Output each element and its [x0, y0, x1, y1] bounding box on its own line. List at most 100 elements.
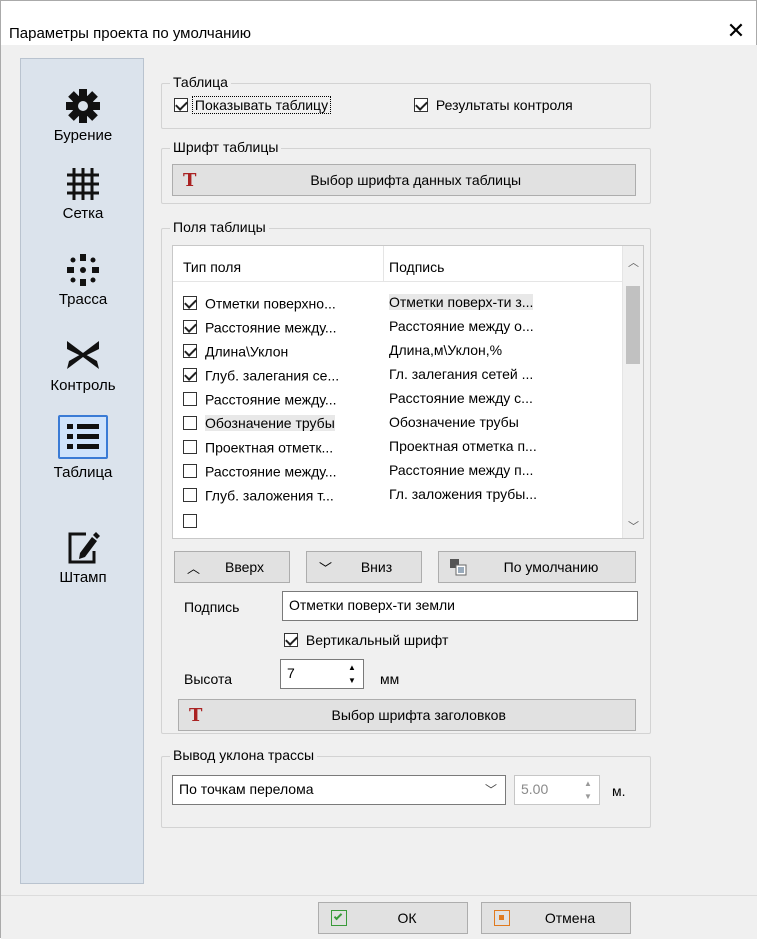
- sidebar-item-table[interactable]: Таблица: [21, 415, 145, 481]
- move-down-label: Вниз: [360, 559, 393, 575]
- table-font-group: Шрифт таблицы T Выбор шрифта данных табл…: [161, 139, 651, 204]
- column-separator: [383, 246, 384, 282]
- row-checkbox[interactable]: [183, 392, 197, 407]
- title-bar: Параметры проекта по умолчанию ✕: [1, 1, 756, 45]
- slope-mode-value: По точкам перелома: [179, 781, 314, 797]
- sidebar-item-stamp[interactable]: Штамп: [21, 529, 145, 586]
- restore-default-icon: [450, 559, 467, 576]
- row-type-cell: Обозначение трубы: [183, 414, 335, 432]
- table-fields-group-legend: Поля таблицы: [170, 219, 269, 235]
- table-row[interactable]: Глуб. залегания се... Гл. залегания сете…: [173, 362, 623, 386]
- reset-default-button[interactable]: По умолчанию: [438, 551, 636, 583]
- row-type-text: Длина\Уклон: [205, 343, 289, 360]
- row-caption-cell: Проектная отметка п...: [389, 438, 537, 454]
- sidebar: Бурение Сетка Трасса Контроль Таблица Шт…: [20, 58, 144, 884]
- row-checkbox[interactable]: [183, 440, 197, 455]
- sidebar-item-label: Трасса: [58, 291, 108, 308]
- sidebar-item-label: Таблица: [53, 464, 113, 481]
- row-type-cell: Расстояние между...: [183, 462, 337, 479]
- sidebar-item-label: Контроль: [50, 377, 116, 394]
- table-row-partial: [173, 508, 623, 532]
- row-checkbox[interactable]: [183, 296, 197, 311]
- ok-label: ОК: [397, 910, 417, 926]
- row-type-text: Глуб. залегания се...: [205, 367, 340, 384]
- row-type-text: Отметки поверхно...: [205, 295, 336, 312]
- results-checkbox[interactable]: Результаты контроля: [414, 96, 573, 113]
- close-icon[interactable]: ✕: [724, 19, 748, 43]
- table-row[interactable]: Длина\Уклон Длина,м\Уклон,%: [173, 338, 623, 362]
- row-checkbox[interactable]: [183, 320, 197, 335]
- route-slope-group-legend: Вывод уклона трассы: [170, 747, 318, 763]
- table-group: Таблица Показывать таблицу Результаты ко…: [161, 74, 651, 129]
- route-slope-group: Вывод уклона трассы По точкам перелома ﹀…: [161, 747, 651, 828]
- row-type-text: Расстояние между...: [205, 319, 337, 336]
- font-icon: T: [183, 169, 197, 191]
- row-checkbox[interactable]: [183, 344, 197, 359]
- row-checkbox[interactable]: [183, 416, 197, 431]
- row-type-cell: [183, 512, 205, 529]
- ok-button[interactable]: ОК: [318, 902, 468, 934]
- column-header-caption[interactable]: Подпись: [389, 259, 444, 275]
- stamp-edit-icon: [68, 532, 100, 564]
- row-checkbox[interactable]: [183, 368, 197, 383]
- column-header-type[interactable]: Тип поля: [183, 259, 241, 275]
- slope-mode-select[interactable]: По точкам перелома ﹀: [172, 775, 506, 805]
- height-input[interactable]: 7 ▲ ▼: [280, 659, 364, 689]
- height-spinner[interactable]: ▲ ▼: [343, 661, 361, 687]
- table-row[interactable]: Расстояние между... Расстояние между о..…: [173, 314, 623, 338]
- sidebar-item-control[interactable]: Контроль: [21, 335, 145, 394]
- table-row[interactable]: Глуб. заложения т... Гл. заложения трубы…: [173, 482, 623, 506]
- fields-list[interactable]: Тип поля Подпись Отметки поверхно... Отм…: [172, 245, 644, 539]
- cancel-label: Отмена: [544, 910, 596, 926]
- table-row[interactable]: Отметки поверхно... Отметки поверх-ти з.…: [173, 290, 623, 314]
- table-row[interactable]: Расстояние между... Расстояние между с..…: [173, 386, 623, 410]
- caption-input[interactable]: Отметки поверх-ти земли: [282, 591, 638, 621]
- move-down-button[interactable]: ﹀ Вниз: [306, 551, 422, 583]
- slope-value-input[interactable]: 5.00 ▲ ▼: [514, 775, 600, 805]
- select-header-font-button[interactable]: T Выбор шрифта заголовков: [178, 699, 636, 731]
- row-checkbox[interactable]: [183, 488, 197, 503]
- grid-icon: [67, 168, 99, 200]
- select-table-font-button[interactable]: T Выбор шрифта данных таблицы: [172, 164, 636, 196]
- active-indicator: [58, 415, 108, 459]
- route-icon: [67, 254, 99, 286]
- row-type-cell: Глуб. заложения т...: [183, 486, 334, 503]
- sidebar-item-drilling[interactable]: Бурение: [21, 87, 145, 144]
- show-table-checkbox[interactable]: Показывать таблицу: [174, 96, 332, 115]
- table-row[interactable]: Проектная отметк... Проектная отметка п.…: [173, 434, 623, 458]
- row-caption-cell: Гл. заложения трубы...: [389, 486, 538, 502]
- row-type-cell: Глуб. залегания се...: [183, 366, 339, 383]
- vertical-font-label: Вертикальный шрифт: [305, 632, 449, 649]
- checkbox-box: [174, 98, 188, 113]
- row-type-text: Расстояние между...: [205, 391, 337, 408]
- row-checkbox[interactable]: [183, 514, 197, 529]
- scroll-thumb[interactable]: [626, 286, 640, 364]
- move-up-label: Вверх: [224, 559, 265, 575]
- vertical-font-checkbox[interactable]: Вертикальный шрифт: [284, 631, 448, 648]
- table-row[interactable]: Обозначение трубы Обозначение трубы: [173, 410, 623, 434]
- fields-list-scrollbar[interactable]: ︿ ﹀: [622, 246, 643, 538]
- ok-check-icon: [331, 910, 347, 926]
- fields-list-header: Тип поля Подпись: [173, 246, 623, 282]
- caption-label: Подпись: [184, 599, 240, 615]
- checkbox-box: [284, 633, 298, 648]
- scroll-up-icon[interactable]: ︿: [623, 254, 643, 272]
- row-caption-cell: Расстояние между с...: [389, 390, 533, 406]
- table-row[interactable]: Расстояние между... Расстояние между п..…: [173, 458, 623, 482]
- row-type-text: Обозначение трубы: [205, 415, 335, 432]
- row-caption-cell: Расстояние между п...: [389, 462, 534, 478]
- scroll-down-icon[interactable]: ﹀: [623, 518, 643, 536]
- checkbox-box: [414, 98, 428, 113]
- height-label: Высота: [184, 671, 233, 687]
- chevron-up-icon: ︿: [187, 560, 201, 576]
- row-type-cell: Расстояние между...: [183, 318, 337, 335]
- list-icon: [67, 424, 99, 449]
- sidebar-item-grid[interactable]: Сетка: [21, 165, 145, 222]
- sidebar-item-route[interactable]: Трасса: [21, 251, 145, 308]
- slope-unit: м.: [612, 783, 626, 799]
- row-caption-cell: Обозначение трубы: [389, 414, 519, 430]
- cancel-button[interactable]: Отмена: [481, 902, 631, 934]
- slope-spinner[interactable]: ▲ ▼: [579, 777, 597, 803]
- move-up-button[interactable]: ︿ Вверх: [174, 551, 290, 583]
- row-checkbox[interactable]: [183, 464, 197, 479]
